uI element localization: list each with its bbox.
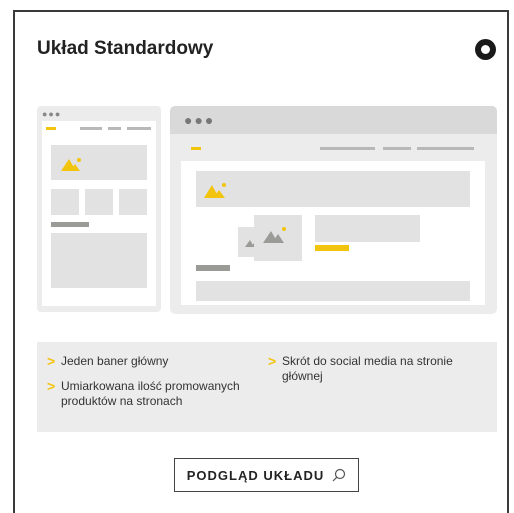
preview-layout-label: PODGLĄD UKŁADU (186, 467, 325, 483)
desktop-nav-bar (320, 147, 375, 150)
feature-text: Skrót do social media na stronie głównej (282, 354, 453, 383)
feature-item: > Jeden baner główny (47, 354, 247, 369)
desktop-mockup: ●●● (170, 106, 497, 314)
mobile-window-dots: ●●● (42, 109, 62, 119)
mobile-product-tile (51, 189, 79, 215)
mobile-screen (42, 121, 156, 306)
desktop-banner (196, 171, 470, 207)
desktop-product-info (315, 215, 420, 242)
mobile-logo-dash (46, 127, 56, 130)
mobile-nav-bar (127, 127, 151, 130)
mobile-product-tile (85, 189, 113, 215)
preview-layout-button[interactable]: PODGLĄD UKŁADU (174, 458, 359, 492)
mobile-nav-bar (108, 127, 121, 130)
mobile-nav-bar (80, 127, 102, 130)
desktop-nav-bar (383, 147, 411, 150)
desktop-price-bar (315, 245, 349, 251)
chevron-right-icon: > (47, 378, 56, 394)
mobile-product-tile (119, 189, 147, 215)
desktop-footer-block (196, 281, 470, 301)
mountain-image-icon (61, 158, 81, 171)
desktop-logo-dash (191, 147, 201, 150)
desktop-nav-bar (417, 147, 474, 150)
mountain-image-icon (263, 227, 286, 243)
mountain-image-icon (204, 183, 226, 198)
feature-text: Umiarkowana ilość promowanych produktów … (61, 379, 240, 408)
desktop-window-dots: ●●● (184, 112, 216, 128)
feature-item: > Skrót do social media na stronie główn… (268, 354, 493, 384)
layout-radio-selected[interactable] (475, 39, 496, 60)
desktop-screen (181, 161, 485, 305)
mobile-text-line (51, 222, 89, 227)
chevron-right-icon: > (268, 353, 277, 369)
chevron-right-icon: > (47, 353, 56, 369)
desktop-text-line (196, 265, 230, 271)
layout-card[interactable]: Układ Standardowy ●●● ●●● > Jeden baner … (13, 10, 509, 513)
layout-title: Układ Standardowy (37, 38, 214, 59)
search-icon (332, 468, 346, 482)
desktop-product-image-front (254, 215, 302, 261)
mobile-banner (51, 145, 147, 180)
desktop-titlebar: ●●● (170, 106, 497, 134)
features-box: > Jeden baner główny > Umiarkowana ilość… (37, 342, 497, 432)
feature-text: Jeden baner główny (61, 354, 169, 368)
mobile-content-block (51, 233, 147, 288)
mobile-mockup: ●●● (37, 106, 161, 312)
feature-item: > Umiarkowana ilość promowanych produktó… (47, 379, 262, 409)
